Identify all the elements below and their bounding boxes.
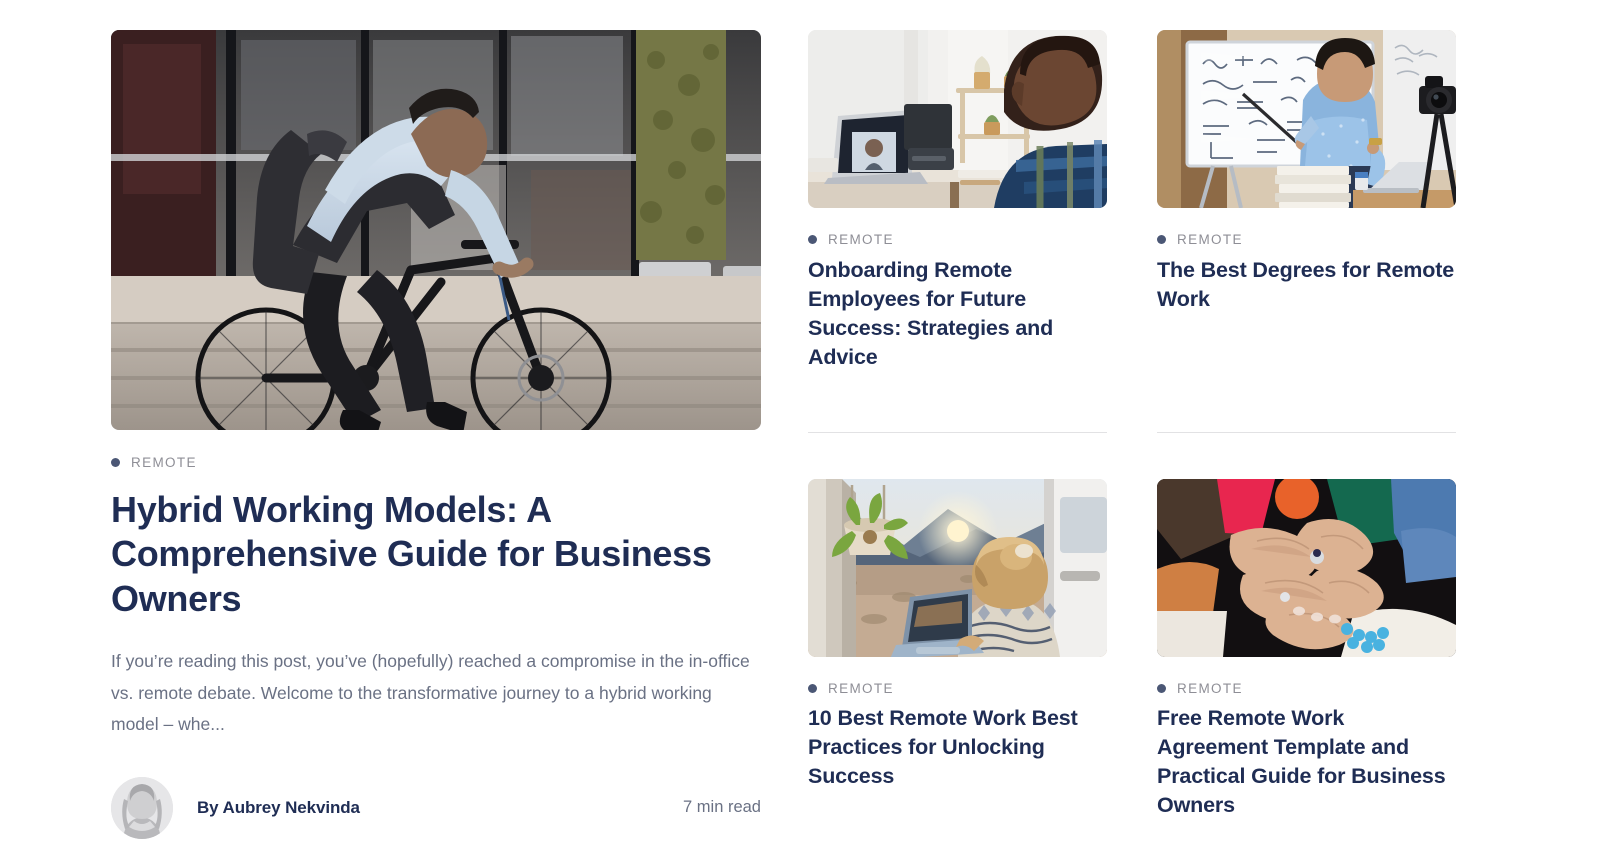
category-dot-icon (808, 683, 817, 693)
card-divider-row (808, 431, 1457, 433)
featured-category-label: REMOTE (131, 455, 197, 470)
article-card-degrees[interactable]: REMOTE The Best Degrees for Remote Work (1157, 30, 1456, 402)
featured-article-meta: By Aubrey Nekvinda 7 min read (111, 776, 761, 839)
article-card-category[interactable]: REMOTE (1157, 680, 1456, 696)
article-card-image[interactable] (808, 30, 1107, 208)
featured-article-excerpt: If you’re reading this post, you’ve (hop… (111, 651, 750, 734)
article-card-category[interactable]: REMOTE (808, 233, 1107, 247)
article-card-best-practices[interactable]: REMOTE 10 Best Remote Work Best Practice… (808, 478, 1107, 821)
article-card-grid: REMOTE Onboarding Remote Employees for F… (808, 30, 1457, 820)
author-name[interactable]: By Aubrey Nekvinda (197, 798, 360, 818)
category-dot-icon (1157, 235, 1166, 245)
blog-article-grid-page: REMOTE Hybrid Working Models: A Comprehe… (0, 0, 1600, 842)
author-avatar[interactable] (111, 776, 173, 839)
article-card-title[interactable]: The Best Degrees for Remote Work (1157, 256, 1456, 314)
featured-article[interactable]: REMOTE Hybrid Working Models: A Comprehe… (111, 30, 761, 839)
divider-right (1157, 431, 1456, 433)
featured-article-title[interactable]: Hybrid Working Models: A Comprehensive G… (111, 488, 731, 622)
card-row-top: REMOTE Onboarding Remote Employees for F… (808, 30, 1457, 402)
article-card-category[interactable]: REMOTE (808, 680, 1107, 696)
article-card-title[interactable]: Onboarding Remote Employees for Future S… (808, 256, 1107, 372)
article-card-onboarding[interactable]: REMOTE Onboarding Remote Employees for F… (808, 30, 1107, 402)
featured-category[interactable]: REMOTE (111, 456, 761, 470)
article-card-category-label: REMOTE (828, 232, 894, 247)
article-card-category-label: REMOTE (1177, 680, 1243, 696)
article-card-image[interactable] (808, 478, 1107, 657)
article-card-agreement-template[interactable]: REMOTE Free Remote Work Agreement Templa… (1157, 478, 1456, 821)
article-card-title[interactable]: 10 Best Remote Work Best Practices for U… (808, 704, 1107, 791)
category-dot-icon (808, 235, 817, 245)
category-dot-icon (1157, 683, 1166, 693)
card-row-bottom: REMOTE 10 Best Remote Work Best Practice… (808, 478, 1457, 821)
category-dot-icon (111, 458, 120, 468)
article-card-image[interactable] (1157, 30, 1456, 208)
content-layout: REMOTE Hybrid Working Models: A Comprehe… (111, 30, 1457, 839)
article-card-category[interactable]: REMOTE (1157, 233, 1456, 247)
article-card-category-label: REMOTE (828, 680, 894, 696)
divider-left (808, 431, 1107, 433)
article-card-image[interactable] (1157, 478, 1456, 657)
article-card-category-label: REMOTE (1177, 232, 1243, 247)
read-time: 7 min read (683, 798, 761, 816)
featured-article-image[interactable] (111, 30, 761, 430)
article-card-title[interactable]: Free Remote Work Agreement Template and … (1157, 704, 1456, 820)
